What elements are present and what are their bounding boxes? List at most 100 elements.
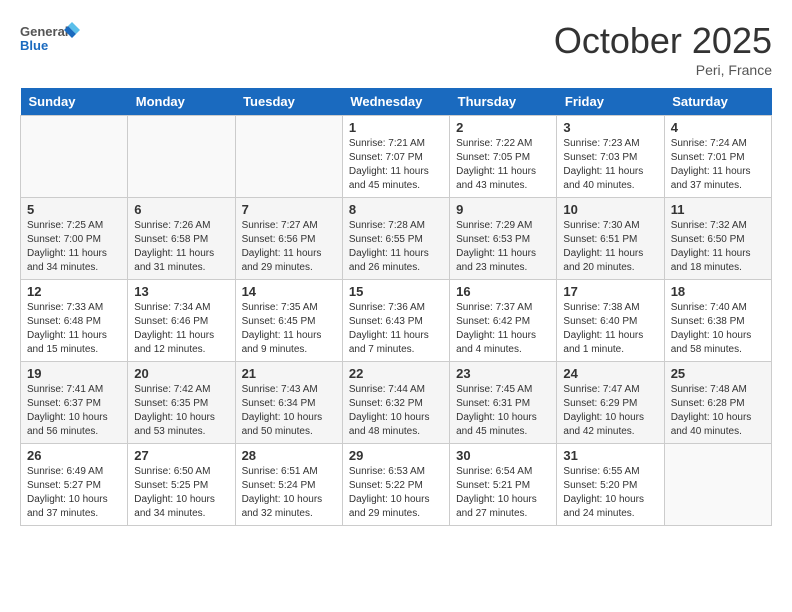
- day-number: 17: [563, 284, 657, 299]
- day-info: Sunrise: 7:42 AM Sunset: 6:35 PM Dayligh…: [134, 383, 228, 439]
- day-info: Sunrise: 7:25 AM Sunset: 7:00 PM Dayligh…: [27, 219, 121, 275]
- day-number: 13: [134, 284, 228, 299]
- day-number: 2: [456, 120, 550, 135]
- week-row-1: 1Sunrise: 7:21 AM Sunset: 7:07 PM Daylig…: [21, 116, 772, 198]
- day-info: Sunrise: 7:24 AM Sunset: 7:01 PM Dayligh…: [671, 137, 765, 193]
- col-header-thursday: Thursday: [450, 88, 557, 116]
- day-info: Sunrise: 7:35 AM Sunset: 6:45 PM Dayligh…: [242, 301, 336, 357]
- day-info: Sunrise: 7:38 AM Sunset: 6:40 PM Dayligh…: [563, 301, 657, 357]
- day-cell: 30 Sunrise: 6:54 AM Sunset: 5:21 PM Dayli…: [450, 444, 557, 526]
- day-cell: 19 Sunrise: 7:41 AM Sunset: 6:37 PM Dayli…: [21, 362, 128, 444]
- day-number: 5: [27, 202, 121, 217]
- day-cell: 9Sunrise: 7:29 AM Sunset: 6:53 PM Daylig…: [450, 198, 557, 280]
- day-cell: 26 Sunrise: 6:49 AM Sunset: 5:27 PM Dayli…: [21, 444, 128, 526]
- day-number: 22: [349, 366, 443, 381]
- day-info: Sunrise: 7:32 AM Sunset: 6:50 PM Dayligh…: [671, 219, 765, 275]
- week-row-3: 12Sunrise: 7:33 AM Sunset: 6:48 PM Dayli…: [21, 280, 772, 362]
- day-info: Sunrise: 6:51 AM Sunset: 5:24 PM Dayligh…: [242, 465, 336, 521]
- day-number: 11: [671, 202, 765, 217]
- header-row: SundayMondayTuesdayWednesdayThursdayFrid…: [21, 88, 772, 116]
- day-cell: 25Sunrise: 7:48 AM Sunset: 6:28 PM Dayli…: [664, 362, 771, 444]
- col-header-sunday: Sunday: [21, 88, 128, 116]
- day-cell: 13 Sunrise: 7:34 AM Sunset: 6:46 PM Dayli…: [128, 280, 235, 362]
- day-info: Sunrise: 7:36 AM Sunset: 6:43 PM Dayligh…: [349, 301, 443, 357]
- day-info: Sunrise: 7:34 AM Sunset: 6:46 PM Dayligh…: [134, 301, 228, 357]
- day-cell: 3 Sunrise: 7:23 AM Sunset: 7:03 PM Daylig…: [557, 116, 664, 198]
- day-info: Sunrise: 7:45 AM Sunset: 6:31 PM Dayligh…: [456, 383, 550, 439]
- day-number: 26: [27, 448, 121, 463]
- day-cell: 8 Sunrise: 7:28 AM Sunset: 6:55 PM Daylig…: [342, 198, 449, 280]
- day-cell: 11 Sunrise: 7:32 AM Sunset: 6:50 PM Dayli…: [664, 198, 771, 280]
- day-info: Sunrise: 7:43 AM Sunset: 6:34 PM Dayligh…: [242, 383, 336, 439]
- svg-text:General: General: [20, 24, 68, 39]
- day-cell: [664, 444, 771, 526]
- day-number: 29: [349, 448, 443, 463]
- day-cell: 6 Sunrise: 7:26 AM Sunset: 6:58 PM Daylig…: [128, 198, 235, 280]
- day-info: Sunrise: 7:23 AM Sunset: 7:03 PM Dayligh…: [563, 137, 657, 193]
- day-cell: 1Sunrise: 7:21 AM Sunset: 7:07 PM Daylig…: [342, 116, 449, 198]
- week-row-2: 5 Sunrise: 7:25 AM Sunset: 7:00 PM Daylig…: [21, 198, 772, 280]
- day-cell: 27Sunrise: 6:50 AM Sunset: 5:25 PM Dayli…: [128, 444, 235, 526]
- day-cell: 5 Sunrise: 7:25 AM Sunset: 7:00 PM Daylig…: [21, 198, 128, 280]
- day-info: Sunrise: 7:33 AM Sunset: 6:48 PM Dayligh…: [27, 301, 121, 357]
- day-cell: 22Sunrise: 7:44 AM Sunset: 6:32 PM Dayli…: [342, 362, 449, 444]
- day-info: Sunrise: 6:54 AM Sunset: 5:21 PM Dayligh…: [456, 465, 550, 521]
- day-cell: 15Sunrise: 7:36 AM Sunset: 6:43 PM Dayli…: [342, 280, 449, 362]
- day-info: Sunrise: 7:28 AM Sunset: 6:55 PM Dayligh…: [349, 219, 443, 275]
- day-cell: 14 Sunrise: 7:35 AM Sunset: 6:45 PM Dayli…: [235, 280, 342, 362]
- day-number: 21: [242, 366, 336, 381]
- location: Peri, France: [554, 62, 772, 78]
- day-info: Sunrise: 7:30 AM Sunset: 6:51 PM Dayligh…: [563, 219, 657, 275]
- day-number: 27: [134, 448, 228, 463]
- day-info: Sunrise: 7:22 AM Sunset: 7:05 PM Dayligh…: [456, 137, 550, 193]
- day-cell: 20Sunrise: 7:42 AM Sunset: 6:35 PM Dayli…: [128, 362, 235, 444]
- day-number: 8: [349, 202, 443, 217]
- col-header-saturday: Saturday: [664, 88, 771, 116]
- svg-text:Blue: Blue: [20, 38, 48, 53]
- day-info: Sunrise: 6:49 AM Sunset: 5:27 PM Dayligh…: [27, 465, 121, 521]
- day-number: 31: [563, 448, 657, 463]
- day-cell: 29 Sunrise: 6:53 AM Sunset: 5:22 PM Dayli…: [342, 444, 449, 526]
- day-cell: [235, 116, 342, 198]
- day-cell: 28 Sunrise: 6:51 AM Sunset: 5:24 PM Dayli…: [235, 444, 342, 526]
- day-info: Sunrise: 7:37 AM Sunset: 6:42 PM Dayligh…: [456, 301, 550, 357]
- day-info: Sunrise: 7:47 AM Sunset: 6:29 PM Dayligh…: [563, 383, 657, 439]
- day-cell: 7 Sunrise: 7:27 AM Sunset: 6:56 PM Daylig…: [235, 198, 342, 280]
- day-number: 14: [242, 284, 336, 299]
- day-info: Sunrise: 6:53 AM Sunset: 5:22 PM Dayligh…: [349, 465, 443, 521]
- day-number: 7: [242, 202, 336, 217]
- day-cell: 18 Sunrise: 7:40 AM Sunset: 6:38 PM Dayli…: [664, 280, 771, 362]
- col-header-monday: Monday: [128, 88, 235, 116]
- day-cell: 2 Sunrise: 7:22 AM Sunset: 7:05 PM Daylig…: [450, 116, 557, 198]
- day-cell: 31Sunrise: 6:55 AM Sunset: 5:20 PM Dayli…: [557, 444, 664, 526]
- day-number: 28: [242, 448, 336, 463]
- month-title: October 2025: [554, 20, 772, 62]
- day-number: 18: [671, 284, 765, 299]
- col-header-wednesday: Wednesday: [342, 88, 449, 116]
- day-number: 30: [456, 448, 550, 463]
- day-number: 10: [563, 202, 657, 217]
- day-info: Sunrise: 7:26 AM Sunset: 6:58 PM Dayligh…: [134, 219, 228, 275]
- day-cell: 10 Sunrise: 7:30 AM Sunset: 6:51 PM Dayli…: [557, 198, 664, 280]
- day-cell: 21 Sunrise: 7:43 AM Sunset: 6:34 PM Dayli…: [235, 362, 342, 444]
- day-number: 3: [563, 120, 657, 135]
- logo: General Blue: [20, 20, 80, 60]
- day-number: 19: [27, 366, 121, 381]
- day-info: Sunrise: 7:41 AM Sunset: 6:37 PM Dayligh…: [27, 383, 121, 439]
- day-number: 4: [671, 120, 765, 135]
- day-number: 23: [456, 366, 550, 381]
- logo-svg: General Blue: [20, 20, 80, 60]
- day-info: Sunrise: 7:27 AM Sunset: 6:56 PM Dayligh…: [242, 219, 336, 275]
- week-row-5: 26 Sunrise: 6:49 AM Sunset: 5:27 PM Dayli…: [21, 444, 772, 526]
- day-cell: 12Sunrise: 7:33 AM Sunset: 6:48 PM Dayli…: [21, 280, 128, 362]
- day-cell: [21, 116, 128, 198]
- day-cell: 4 Sunrise: 7:24 AM Sunset: 7:01 PM Daylig…: [664, 116, 771, 198]
- day-cell: [128, 116, 235, 198]
- day-number: 24: [563, 366, 657, 381]
- week-row-4: 19 Sunrise: 7:41 AM Sunset: 6:37 PM Dayli…: [21, 362, 772, 444]
- day-cell: 23 Sunrise: 7:45 AM Sunset: 6:31 PM Dayli…: [450, 362, 557, 444]
- day-number: 6: [134, 202, 228, 217]
- day-cell: 17 Sunrise: 7:38 AM Sunset: 6:40 PM Dayli…: [557, 280, 664, 362]
- day-info: Sunrise: 7:40 AM Sunset: 6:38 PM Dayligh…: [671, 301, 765, 357]
- day-number: 9: [456, 202, 550, 217]
